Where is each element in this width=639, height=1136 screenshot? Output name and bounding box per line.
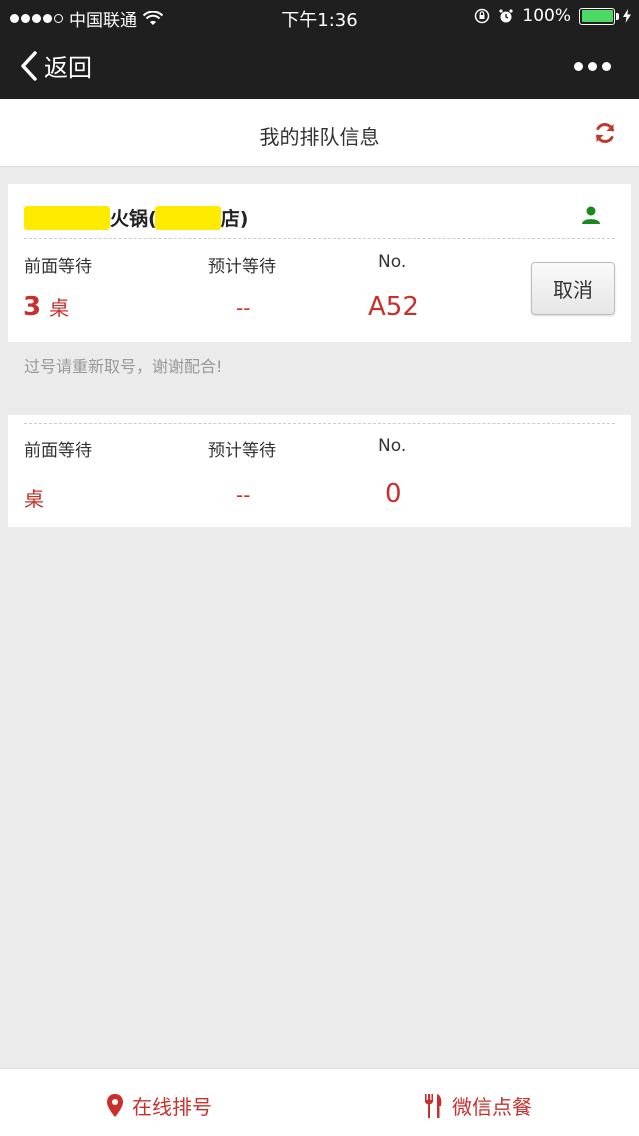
notice-text: 过号请重新取号，谢谢配合! bbox=[24, 357, 223, 376]
cancel-button[interactable]: 取消 bbox=[531, 262, 615, 315]
number-column: No. bbox=[378, 252, 406, 272]
shop-name-part: 火锅( bbox=[110, 208, 157, 230]
user-icon bbox=[582, 206, 600, 224]
navigation-bar: 返回 bbox=[0, 34, 639, 99]
more-dot bbox=[574, 62, 583, 71]
tab-label: 微信点餐 bbox=[452, 1095, 532, 1119]
ahead-column: 前面等待 bbox=[24, 252, 92, 277]
more-dot bbox=[588, 62, 597, 71]
ahead-label: 前面等待 bbox=[24, 257, 92, 277]
more-options-button[interactable] bbox=[574, 62, 611, 71]
estimate-value: -- bbox=[236, 296, 251, 320]
fork-knife-icon bbox=[425, 1093, 442, 1118]
ahead-value: 3 桌 bbox=[23, 292, 69, 322]
alarm-icon bbox=[499, 9, 513, 23]
shop-name: 火锅( 店) bbox=[24, 204, 248, 231]
estimate-column: 预计等待 bbox=[208, 436, 276, 461]
tab-label: 在线排号 bbox=[132, 1095, 212, 1119]
queue-number: 0 bbox=[385, 479, 402, 509]
queue-number: A52 bbox=[368, 292, 419, 322]
back-label: 返回 bbox=[44, 54, 92, 82]
back-button[interactable]: 返回 bbox=[20, 48, 92, 83]
charging-icon bbox=[623, 9, 631, 23]
number-column: No. bbox=[378, 436, 406, 456]
dashed-divider bbox=[24, 423, 615, 424]
page-title: 我的排队信息 bbox=[259, 125, 380, 149]
empty-queue-card: 前面等待 预计等待 No. 桌 -- 0 bbox=[8, 415, 631, 527]
ahead-label: 前面等待 bbox=[24, 441, 92, 461]
estimate-column: 预计等待 bbox=[208, 252, 276, 277]
ahead-count: 3 bbox=[23, 292, 42, 322]
ahead-unit: 桌 bbox=[49, 296, 70, 320]
estimate-label: 预计等待 bbox=[208, 257, 276, 277]
page-header: 我的排队信息 bbox=[0, 99, 639, 167]
queue-card: 火锅( 店) 前面等待 预计等待 No. 3 桌 -- A52 取消 bbox=[8, 184, 631, 342]
dashed-divider bbox=[24, 238, 615, 239]
battery-percent: 100% bbox=[522, 6, 571, 26]
status-bar: 中国联通 下午1:36 100% bbox=[0, 0, 639, 34]
more-dot bbox=[602, 62, 611, 71]
redaction-mask bbox=[154, 205, 221, 230]
status-right: 100% bbox=[474, 6, 631, 26]
redaction-mask bbox=[24, 205, 110, 230]
shop-name-part: 店) bbox=[220, 208, 249, 230]
rotation-lock-icon bbox=[475, 8, 490, 24]
location-pin-icon bbox=[107, 1093, 123, 1117]
chevron-left-icon bbox=[21, 50, 37, 81]
number-label: No. bbox=[378, 252, 407, 272]
tab-online-queue[interactable]: 在线排号 bbox=[106, 1091, 212, 1120]
tab-wechat-order[interactable]: 微信点餐 bbox=[422, 1091, 532, 1120]
ahead-unit: 桌 bbox=[24, 487, 44, 511]
estimate-label: 预计等待 bbox=[208, 441, 276, 461]
top-bar: 中国联通 下午1:36 100% 返回 bbox=[0, 0, 639, 99]
estimate-value: -- bbox=[236, 483, 251, 507]
number-label: No. bbox=[378, 436, 407, 456]
ahead-column: 前面等待 bbox=[24, 436, 92, 461]
battery-icon bbox=[579, 7, 619, 25]
refresh-icon[interactable] bbox=[593, 121, 617, 145]
bottom-tab-bar: 在线排号 微信点餐 bbox=[0, 1068, 639, 1136]
